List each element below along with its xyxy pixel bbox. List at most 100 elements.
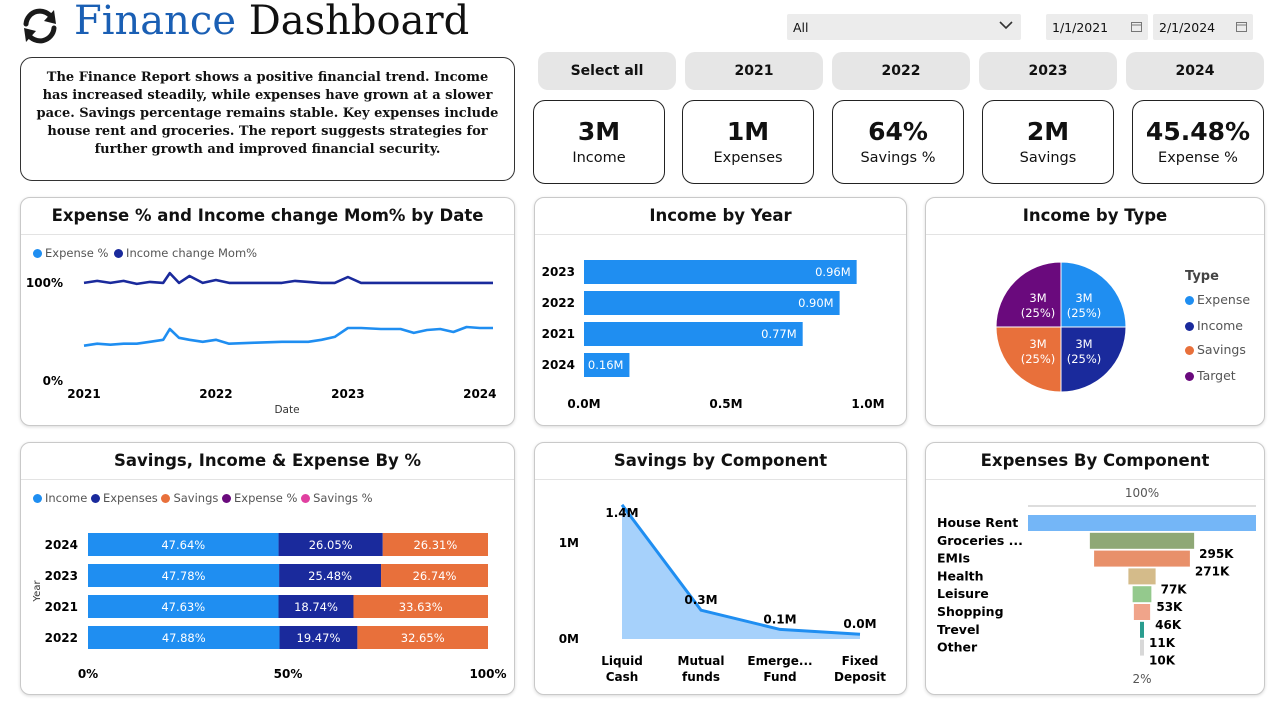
calendar-icon[interactable] bbox=[1236, 20, 1247, 35]
x-tick-label: 1.0M bbox=[851, 397, 884, 411]
category-label: Groceries ... bbox=[937, 533, 1023, 548]
data-label: 47.64% bbox=[161, 538, 205, 552]
legend-item[interactable]: Target bbox=[1185, 368, 1236, 383]
data-label: 47.63% bbox=[161, 600, 205, 614]
y-tick-label: 100% bbox=[26, 276, 63, 290]
category-label: 2021 bbox=[542, 327, 575, 341]
description-text: The Finance Report shows a positive fina… bbox=[36, 70, 499, 157]
data-label: 18.74% bbox=[294, 600, 338, 614]
data-label: 26.31% bbox=[413, 538, 457, 552]
income-by-year-chart: 2023 0.96M 2022 0.90M 2021 0.77M 2024 0.16M 0.0M… bbox=[542, 260, 885, 411]
year-2022-button[interactable]: 2022 bbox=[832, 52, 970, 90]
legend-title: Type bbox=[1185, 269, 1219, 284]
kpi-value: 64% bbox=[868, 117, 928, 146]
stacked-percent-chart: 2024 47.64% 26.05% 26.31% 2023 47.78% 25.48% 26… bbox=[32, 533, 507, 681]
category-label: Other bbox=[937, 640, 978, 655]
x-tick-label: 2024 bbox=[463, 387, 496, 401]
year-2021-button[interactable]: 2021 bbox=[685, 52, 823, 90]
x-tick-label: 2021 bbox=[67, 387, 100, 401]
x-tick-label: 0% bbox=[78, 667, 98, 681]
dropdown-value: All bbox=[793, 20, 809, 35]
funnel-bottom-label: 2% bbox=[1132, 672, 1151, 686]
funnel-bar bbox=[1128, 568, 1156, 585]
kpi-label: Savings bbox=[1019, 150, 1077, 166]
data-label: 295K bbox=[1199, 547, 1234, 561]
x-tick-label: 100% bbox=[469, 667, 506, 681]
data-label: 271K bbox=[1195, 565, 1230, 579]
data-label: 32.65% bbox=[401, 631, 445, 645]
kpi-label: Income bbox=[572, 150, 626, 166]
page-title-part1: Finance bbox=[74, 0, 236, 44]
data-label: 25.48% bbox=[308, 569, 352, 583]
expenses-by-component-chart: 100% House Rent Groceries ... 295K EMIs 271K H… bbox=[937, 486, 1256, 686]
data-label: 0.96M bbox=[815, 265, 851, 279]
funnel-bar bbox=[1028, 515, 1256, 531]
slice-percent-label: (25%) bbox=[1067, 352, 1102, 366]
chevron-down-icon bbox=[999, 19, 1013, 34]
end-date-input[interactable]: 2/1/2024 bbox=[1153, 14, 1253, 40]
data-label: 26.74% bbox=[413, 569, 457, 583]
kpi-value: 2M bbox=[1026, 117, 1070, 146]
data-label: 0.16M bbox=[588, 358, 624, 372]
data-label: 77K bbox=[1161, 582, 1188, 596]
category-label: 2023 bbox=[45, 569, 78, 583]
category-label: Health bbox=[937, 568, 984, 583]
category-label: 2022 bbox=[45, 631, 78, 645]
category-label: Leisure bbox=[937, 586, 989, 601]
page-title-part2: Dashboard bbox=[248, 0, 470, 44]
category-label-line2: funds bbox=[682, 670, 720, 684]
x-axis-label: Date bbox=[274, 404, 299, 416]
data-label: 0.77M bbox=[761, 327, 797, 341]
category-label: 2022 bbox=[542, 296, 575, 310]
expenses-by-component-card: Expenses By Component 100% House Rent Groc… bbox=[925, 442, 1265, 695]
category-label: EMIs bbox=[937, 551, 970, 566]
year-dropdown[interactable]: All bbox=[787, 14, 1021, 40]
legend-item[interactable]: Savings bbox=[1185, 342, 1246, 357]
category-label: Shopping bbox=[937, 604, 1004, 619]
y-tick-label: 0M bbox=[559, 632, 579, 646]
category-label: 2021 bbox=[45, 600, 78, 614]
data-label: 26.05% bbox=[309, 538, 353, 552]
funnel-bar bbox=[1089, 532, 1195, 549]
legend-item[interactable]: Income bbox=[1185, 318, 1243, 333]
income-by-type-card: Income by Type 3M (25%) 3M (25%) 3M (25%) 3M (2… bbox=[925, 197, 1265, 426]
select-all-button[interactable]: Select all bbox=[538, 52, 676, 90]
series-line-1 bbox=[83, 325, 493, 347]
start-date-input[interactable]: 1/1/2021 bbox=[1046, 14, 1148, 40]
slice-value-label: 3M bbox=[1029, 291, 1046, 305]
funnel-bar bbox=[1094, 550, 1190, 567]
funnel-bar bbox=[1140, 639, 1144, 656]
kpi-expense-percent: 45.48% Expense % bbox=[1132, 100, 1264, 184]
slice-percent-label: (25%) bbox=[1067, 306, 1102, 320]
kpi-savings-percent: 64% Savings % bbox=[832, 100, 964, 184]
data-label: 47.88% bbox=[162, 631, 206, 645]
series-line-2 bbox=[83, 271, 493, 286]
kpi-savings: 2M Savings bbox=[982, 100, 1114, 184]
funnel-bar bbox=[1132, 586, 1152, 603]
savings-by-component-card: Savings by Component 0M 1M 1.4M 0.3M 0.1M 0.0… bbox=[534, 442, 907, 695]
year-2023-button[interactable]: 2023 bbox=[979, 52, 1117, 90]
refresh-icon[interactable] bbox=[18, 4, 62, 48]
legend-item[interactable]: Expense bbox=[1185, 292, 1250, 307]
category-label-line1: Mutual bbox=[678, 654, 725, 668]
data-label: 53K bbox=[1156, 600, 1183, 614]
start-date-value: 1/1/2021 bbox=[1052, 20, 1109, 35]
year-2024-button[interactable]: 2024 bbox=[1126, 52, 1264, 90]
funnel-bar bbox=[1133, 604, 1151, 620]
savings-by-component-chart: 0M 1M 1.4M 0.3M 0.1M 0.0M Liquid Cash Mutual fund… bbox=[559, 503, 886, 684]
y-tick-label: 1M bbox=[559, 536, 579, 550]
category-label: 2023 bbox=[542, 265, 575, 279]
data-label: 47.78% bbox=[162, 569, 206, 583]
income-by-year-card: Income by Year 2023 0.96M 2022 0.90M 2021 0.7… bbox=[534, 197, 907, 426]
expense-income-line-card: Expense % and Income change Mom% by Date… bbox=[20, 197, 515, 426]
slice-percent-label: (25%) bbox=[1021, 352, 1056, 366]
category-label-line2: Deposit bbox=[834, 670, 886, 684]
data-label: 0.0M bbox=[843, 617, 876, 631]
kpi-label: Expenses bbox=[713, 150, 783, 166]
kpi-label: Savings % bbox=[860, 150, 936, 166]
x-tick-label: 50% bbox=[274, 667, 303, 681]
category-label-line2: Fund bbox=[763, 670, 796, 684]
y-tick-label: 0% bbox=[43, 374, 63, 388]
slice-value-label: 3M bbox=[1029, 337, 1046, 351]
calendar-icon[interactable] bbox=[1131, 20, 1142, 35]
